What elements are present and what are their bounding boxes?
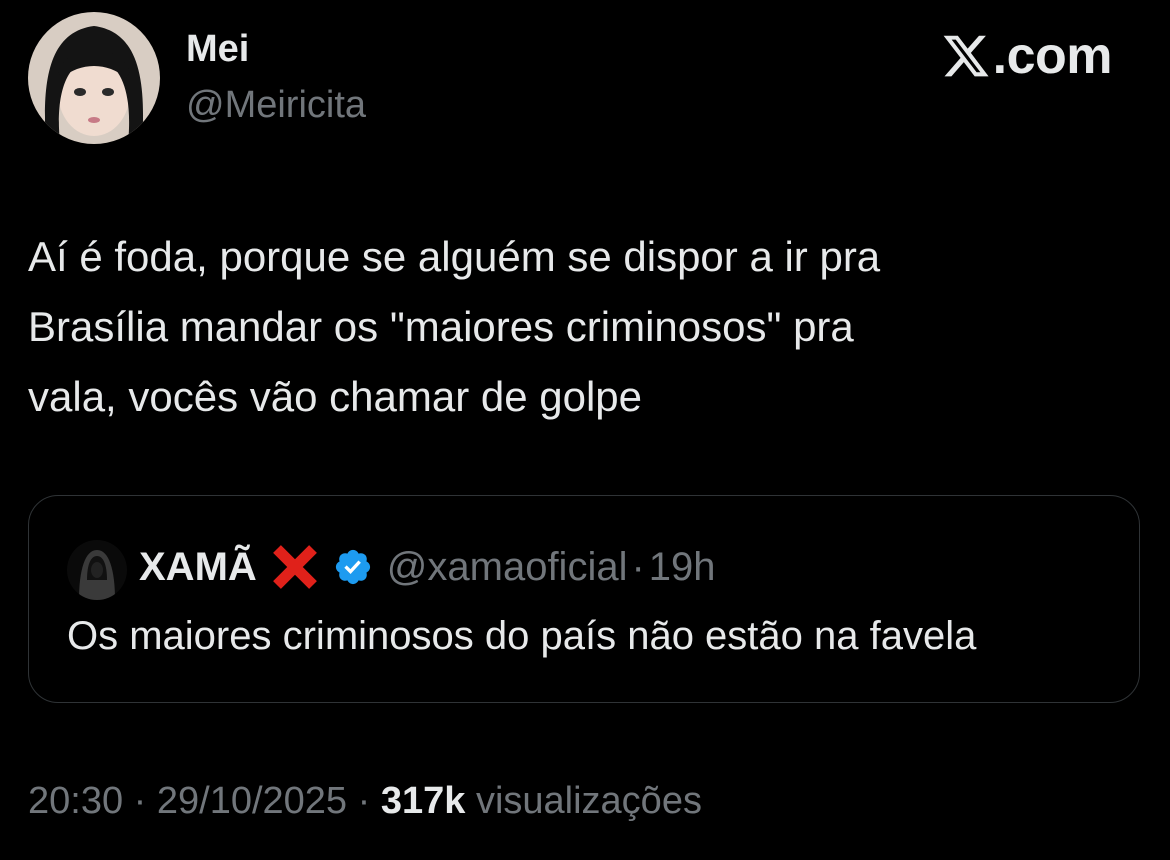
verified-badge-icon (335, 549, 370, 585)
tweet-screenshot: Mei @Meiricita .com Aí é foda, porque se… (0, 0, 1170, 860)
meta-separator: · (133, 780, 147, 822)
brand-watermark: .com (941, 26, 1113, 86)
tweet-meta: 20:30 · 29/10/2025 · 317k visualizações (28, 780, 702, 823)
tweet-text: Aí é foda, porque se alguém se dispor a … (28, 233, 881, 420)
views-label: visualizações (475, 780, 702, 822)
quoted-tweet-text: Os maiores criminosos do país não estão … (67, 614, 977, 658)
tweet-time[interactable]: 20:30 (28, 780, 123, 822)
quoted-tweet-card[interactable]: XAMÃ @xamaoficial · 19h Os maiores crimi… (28, 495, 1140, 703)
meta-separator: · (357, 780, 371, 822)
views-count[interactable]: 317k (381, 780, 466, 822)
x-logo-icon (943, 35, 989, 77)
author-handle[interactable]: @Meiricita (186, 84, 366, 127)
author-display-name[interactable]: Mei (186, 28, 249, 71)
quoted-author-avatar[interactable] (67, 540, 127, 600)
quoted-author-handle[interactable]: @xamaoficial (387, 545, 628, 590)
brand-domain-label: .com (992, 27, 1113, 85)
quoted-tweet-header: XAMÃ @xamaoficial · 19h (139, 542, 716, 592)
author-avatar[interactable] (28, 12, 160, 144)
quoted-timestamp[interactable]: 19h (649, 545, 716, 590)
quoted-author-display-name[interactable]: XAMÃ (139, 545, 257, 590)
cross-mark-icon (272, 545, 317, 589)
quoted-separator: · (631, 544, 645, 589)
tweet-date[interactable]: 29/10/2025 (157, 780, 347, 822)
